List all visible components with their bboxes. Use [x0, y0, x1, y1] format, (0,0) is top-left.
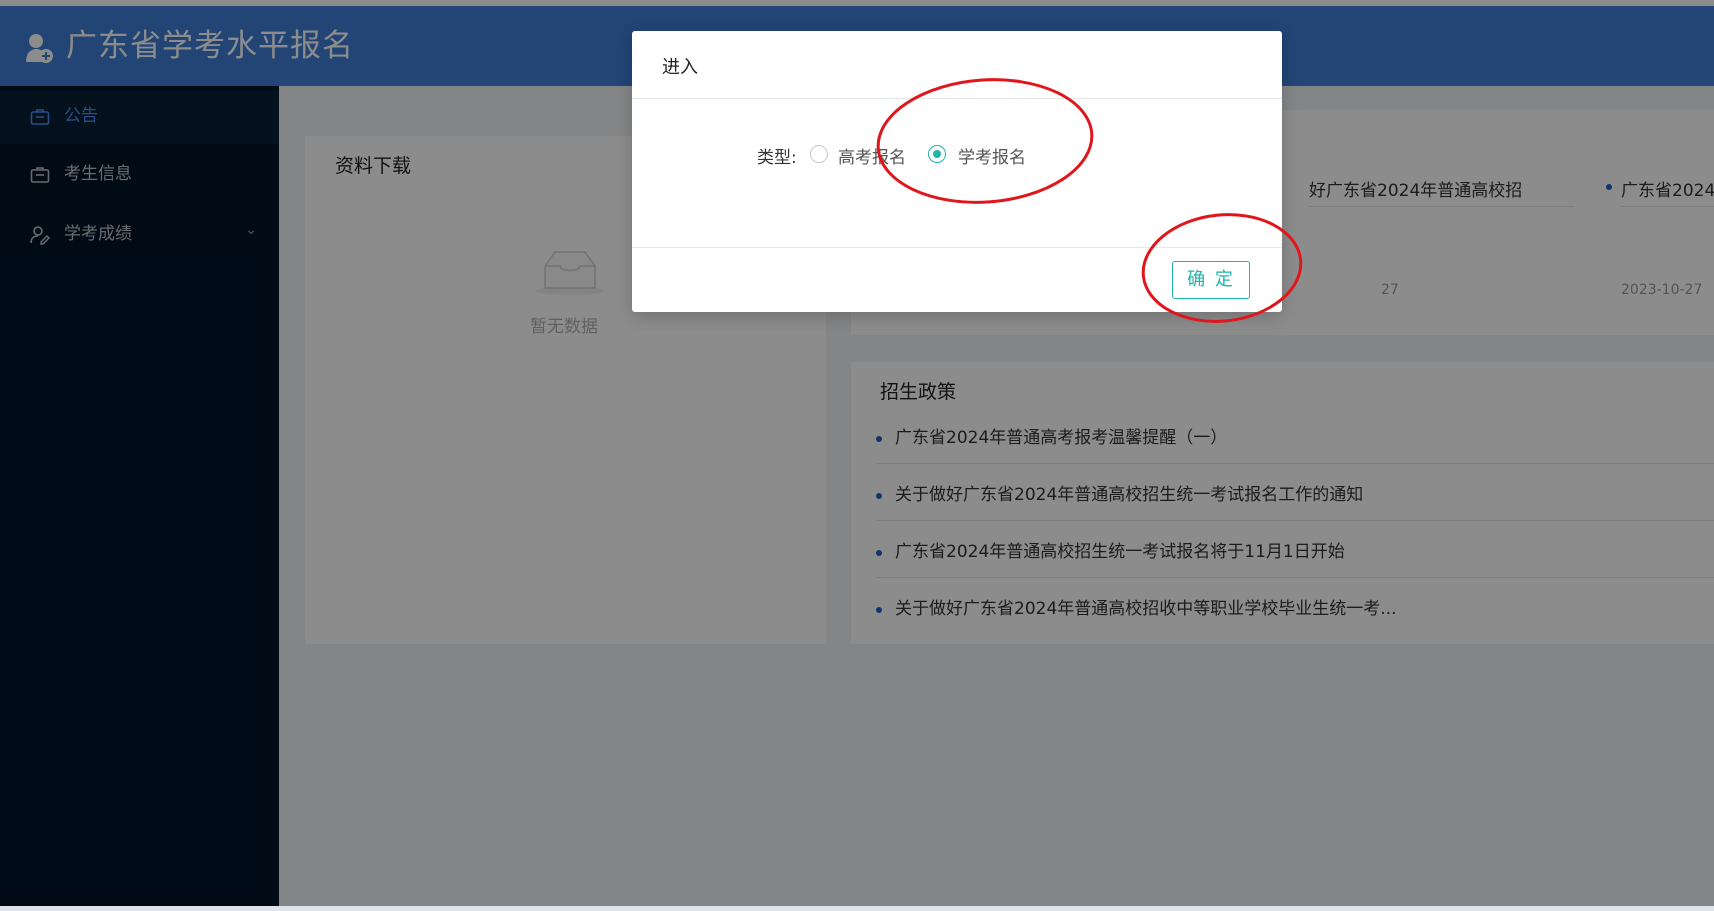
radio-gaokao[interactable]: [810, 145, 828, 163]
radio-label-gaokao[interactable]: 高考报名: [838, 143, 906, 168]
confirm-button[interactable]: 确 定: [1172, 261, 1250, 299]
dialog-title: 进入: [662, 57, 698, 78]
taskbar: [0, 906, 1714, 911]
divider: [632, 247, 1282, 248]
divider: [632, 98, 1282, 99]
radio-xuekao[interactable]: [928, 145, 946, 163]
enter-dialog: 进入 类型: 高考报名 学考报名 确 定: [632, 31, 1282, 312]
app-window: 广东省学考水平报名 公告 考生信息 学考成绩 ⌄ 好广东省2024年普通高校招 …: [0, 0, 1714, 911]
type-label: 类型:: [757, 148, 797, 168]
radio-label-xuekao[interactable]: 学考报名: [958, 143, 1026, 168]
